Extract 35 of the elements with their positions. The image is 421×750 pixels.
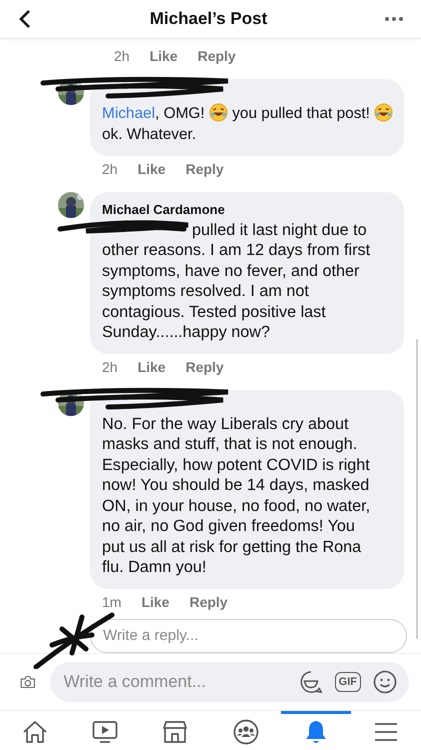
- sticker-icon[interactable]: [298, 670, 323, 694]
- text-run: pulled it last night due to other reasons. I am 12 days from first symptoms, have no fever, and other symptoms resolved. I am not contagious. Tested positive last Sunday......happy now?: [102, 220, 370, 342]
- emoji-icon[interactable]: [373, 670, 397, 694]
- reply-button[interactable]: Reply: [186, 160, 224, 177]
- text-run: No. For the way Liberals cry about masks and stuff, that is not enough. Especially, how potent COVID is right now! You should be 14 days, masked ON, in your house, no food, no water, no air, no God given freedoms! You put us all at risk for getting the Rona flu. Damn you!: [102, 414, 370, 576]
- text-run: ok. Whatever.: [102, 126, 196, 143]
- reply-input[interactable]: Write a reply...: [90, 618, 407, 653]
- reply-button[interactable]: Reply: [198, 48, 236, 64]
- comment-time: 2h: [114, 48, 130, 64]
- reply-button[interactable]: Reply: [189, 594, 228, 610]
- back-icon[interactable]: [18, 8, 32, 29]
- comment-time: 2h: [102, 160, 118, 177]
- video-icon: [92, 720, 118, 744]
- more-icon[interactable]: [385, 16, 403, 21]
- laughing-face-icon: [208, 102, 228, 122]
- text-run: , OMG!: [155, 104, 206, 122]
- store-icon: [162, 720, 188, 744]
- menu-icon: [374, 720, 398, 743]
- text-run: you pulled that post!: [231, 104, 371, 122]
- like-button[interactable]: Like: [138, 160, 166, 177]
- comment-time: 2h: [102, 358, 118, 375]
- like-button[interactable]: Like: [141, 594, 170, 610]
- groups-icon: [232, 718, 259, 745]
- post-title: Michael’s Post: [150, 8, 268, 29]
- like-button[interactable]: Like: [150, 48, 178, 64]
- bell-icon: [304, 718, 328, 745]
- comment-field[interactable]: Write a comment... GIF: [50, 662, 409, 702]
- reply-button[interactable]: Reply: [186, 358, 224, 375]
- mention-link[interactable]: Michael: [102, 104, 156, 122]
- laughing-face-icon: [374, 102, 394, 122]
- like-button[interactable]: Like: [138, 358, 166, 375]
- home-icon: [22, 720, 48, 744]
- comment-time: 1m: [102, 594, 122, 610]
- author-name: Michael Cardamone: [102, 202, 226, 217]
- gif-button[interactable]: GIF: [334, 672, 361, 692]
